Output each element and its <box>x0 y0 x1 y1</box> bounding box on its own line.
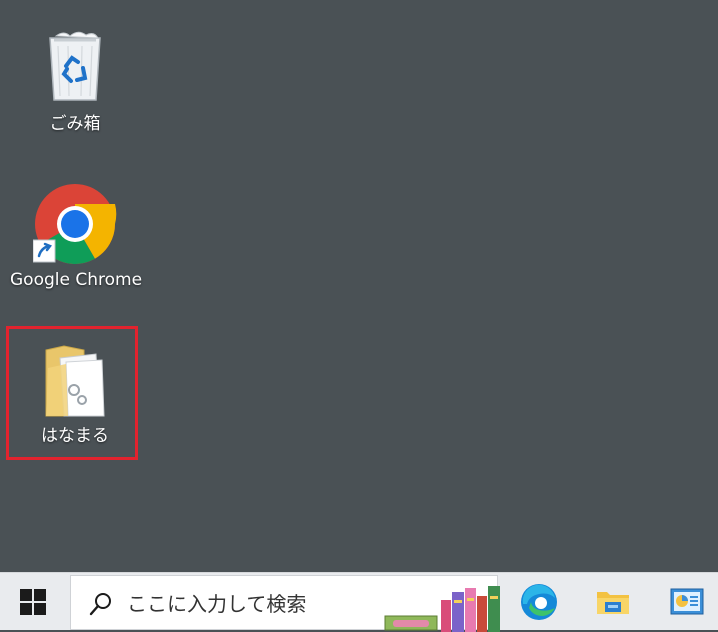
search-input[interactable]: ここに入力して検索 <box>70 575 500 632</box>
search-placeholder: ここに入力して検索 <box>127 592 307 616</box>
desktop: ごみ箱 Google Chrome はなまる <box>0 0 718 572</box>
recycle-bin-icon <box>49 31 101 101</box>
taskbar-control-panel-button[interactable] <box>664 579 710 625</box>
search-icon <box>89 593 111 616</box>
chrome-icon <box>33 184 117 264</box>
taskbar: ここに入力して検索 <box>0 572 718 632</box>
desktop-icon-recycle-bin[interactable]: ごみ箱 <box>10 30 140 140</box>
file-explorer-icon <box>597 592 629 614</box>
taskbar-edge-button[interactable] <box>516 579 562 625</box>
edge-icon <box>521 584 557 620</box>
windows-start-icon <box>20 588 46 615</box>
google-chrome-label: Google Chrome <box>10 270 143 290</box>
selection-highlight <box>6 326 138 460</box>
taskbar-file-explorer-button[interactable] <box>590 579 636 625</box>
control-panel-icon <box>670 588 704 615</box>
desktop-icon-google-chrome[interactable]: Google Chrome <box>10 182 143 294</box>
start-button[interactable] <box>0 573 66 630</box>
books-icon <box>384 586 500 632</box>
recycle-bin-label: ごみ箱 <box>49 114 101 134</box>
